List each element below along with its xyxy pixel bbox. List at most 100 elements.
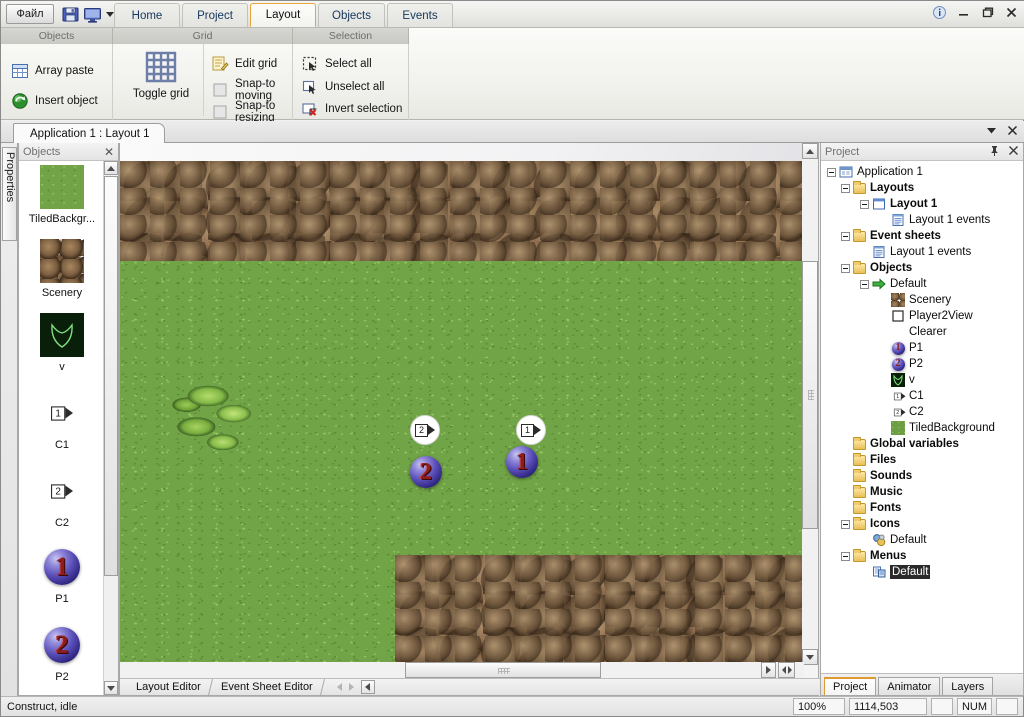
select-all-button[interactable]: Select all (301, 55, 372, 73)
snap-moving-icon (211, 81, 229, 99)
ribbon-tab-events[interactable]: Events (387, 3, 453, 27)
scroll-down-button[interactable] (104, 681, 118, 695)
objects-panel-header: Objects ✕ (19, 143, 118, 161)
player-2-sprite[interactable]: 2 (410, 456, 442, 488)
minimize-button[interactable] (956, 5, 971, 20)
snap-to-moving-checkbox[interactable]: Snap-to moving (211, 78, 292, 102)
tab-event-sheet-editor[interactable]: Event Sheet Editor (208, 679, 325, 695)
info-icon[interactable] (932, 5, 947, 20)
canvas-scroll-right-button[interactable] (761, 662, 776, 678)
object-item-c1[interactable]: 1 C1 (19, 373, 105, 451)
canvas-horizontal-scroll-thumb[interactable] (405, 662, 601, 678)
tree-item-c2[interactable]: 2 C2 (821, 404, 1023, 420)
tab-project[interactable]: Project (824, 677, 877, 695)
status-zoom-level[interactable]: 100% (792, 698, 845, 715)
file-menu-button[interactable]: Файл (6, 4, 54, 24)
object-item-p1[interactable]: 1 P1 (19, 529, 105, 605)
canvas-vertical-scrollbar[interactable] (802, 143, 818, 665)
project-tree[interactable]: Application 1 Layouts Layout 1 Layout 1 … (821, 161, 1023, 672)
tree-item-menus[interactable]: Menus (821, 548, 1023, 564)
expander-icon[interactable] (841, 551, 850, 561)
tree-item-p2[interactable]: 2 P2 (821, 356, 1023, 372)
preview-icon[interactable] (83, 5, 102, 24)
tab-animator[interactable]: Animator (878, 677, 941, 695)
ribbon-tab-layout[interactable]: Layout (250, 3, 316, 27)
object-item-p2[interactable]: 2 P2 (19, 605, 105, 683)
ribbon-tab-objects[interactable]: Objects (318, 3, 385, 27)
tree-item-player2view[interactable]: Player2View (821, 308, 1023, 324)
objects-panel-scrollbar[interactable] (103, 161, 118, 695)
ribbon-tab-home[interactable]: Home (114, 3, 180, 27)
pin-icon[interactable] (989, 145, 1000, 159)
tree-item-layouts[interactable]: Layouts (821, 180, 1023, 196)
tree-item-event-sheets[interactable]: Event sheets (821, 228, 1023, 244)
restore-button[interactable] (980, 5, 995, 20)
tree-item-global-variables[interactable]: Global variables (821, 436, 1023, 452)
camera-marker-c2[interactable]: 2 (410, 415, 440, 445)
expander-icon[interactable] (827, 167, 836, 177)
scroll-thumb[interactable] (104, 176, 118, 576)
tab-layers[interactable]: Layers (942, 677, 994, 695)
tab-next-button[interactable] (348, 683, 354, 691)
close-button[interactable] (1004, 5, 1019, 20)
expander-icon[interactable] (841, 183, 850, 193)
object-item-scenery[interactable]: Scenery (19, 225, 105, 299)
canvas-scroll-up-button[interactable] (802, 143, 818, 159)
tree-item-layout1[interactable]: Layout 1 (821, 196, 1023, 212)
canvas-vertical-scroll-thumb[interactable] (802, 261, 818, 529)
insert-object-button[interactable]: Insert object (11, 92, 98, 110)
expander-icon[interactable] (841, 231, 850, 241)
expander-icon[interactable] (860, 199, 869, 209)
tree-item-tiledbackground[interactable]: TiledBackground (821, 420, 1023, 436)
expander-icon[interactable] (841, 519, 850, 529)
document-tab-dropdown-icon[interactable] (986, 125, 997, 139)
scroll-up-button[interactable] (104, 161, 118, 175)
document-tab-layout1[interactable]: Application 1 : Layout 1 (13, 123, 165, 143)
tree-item-clearer[interactable]: Clearer (821, 324, 1023, 340)
window-controls (932, 5, 1019, 20)
properties-tab[interactable]: Properties (2, 147, 17, 241)
object-item-c2[interactable]: 2 C2 (19, 451, 105, 529)
tree-item-files[interactable]: Files (821, 452, 1023, 468)
camera-marker-c1[interactable]: 1 (516, 415, 546, 445)
tree-item-scenery[interactable]: Scenery (821, 292, 1023, 308)
tree-item-v[interactable]: v (821, 372, 1023, 388)
tab-prev-button[interactable] (336, 683, 342, 691)
canvas-horizontal-scrollbar[interactable] (120, 662, 804, 678)
tree-item-sounds[interactable]: Sounds (821, 468, 1023, 484)
object-item-v[interactable]: v (19, 299, 105, 373)
tree-item-objects[interactable]: Objects (821, 260, 1023, 276)
expander-icon[interactable] (860, 279, 869, 289)
save-icon[interactable] (61, 5, 80, 24)
ribbon-tab-project[interactable]: Project (182, 3, 248, 27)
tab-layout-editor[interactable]: Layout Editor (124, 679, 213, 695)
tree-item-menus-default[interactable]: Default (821, 564, 1023, 580)
tree-item-c1[interactable]: 1 C1 (821, 388, 1023, 404)
object-item-tiledbackground[interactable]: TiledBackgr... (19, 161, 105, 225)
layout-canvas[interactable]: 2 1 2 1 (120, 143, 804, 665)
canvas-scroll-down-button[interactable] (802, 649, 818, 665)
unselect-all-button[interactable]: Unselect all (301, 78, 384, 96)
tab-scroll-left-button[interactable] (360, 680, 375, 694)
project-panel-close-icon[interactable] (1008, 145, 1019, 159)
edit-grid-button[interactable]: Edit grid (211, 55, 277, 73)
objects-list[interactable]: TiledBackgr... Scenery v 1 C1 2 C2 1 P1 … (19, 161, 105, 695)
tree-item-application1[interactable]: Application 1 (821, 164, 1023, 180)
tree-item-music[interactable]: Music (821, 484, 1023, 500)
document-tab-close-icon[interactable] (1007, 125, 1018, 139)
tree-item-fonts[interactable]: Fonts (821, 500, 1023, 516)
tree-item-icons[interactable]: Icons (821, 516, 1023, 532)
tree-item-icons-default[interactable]: Default (821, 532, 1023, 548)
quick-access-dropdown-arrow[interactable] (106, 12, 114, 17)
tree-item-objects-default[interactable]: Default (821, 276, 1023, 292)
tree-item-p1[interactable]: 1 P1 (821, 340, 1023, 356)
invert-selection-button[interactable]: Invert selection (301, 100, 402, 118)
array-paste-button[interactable]: Array paste (11, 62, 94, 80)
canvas-split-handle[interactable] (778, 662, 795, 678)
toggle-grid-button[interactable]: Toggle grid (127, 48, 195, 100)
expander-icon[interactable] (841, 263, 850, 273)
objects-panel-close-icon[interactable]: ✕ (104, 145, 114, 159)
tree-item-layout1-events-child[interactable]: Layout 1 events (821, 212, 1023, 228)
tree-item-layout1-events[interactable]: Layout 1 events (821, 244, 1023, 260)
player-1-sprite[interactable]: 1 (506, 446, 538, 478)
